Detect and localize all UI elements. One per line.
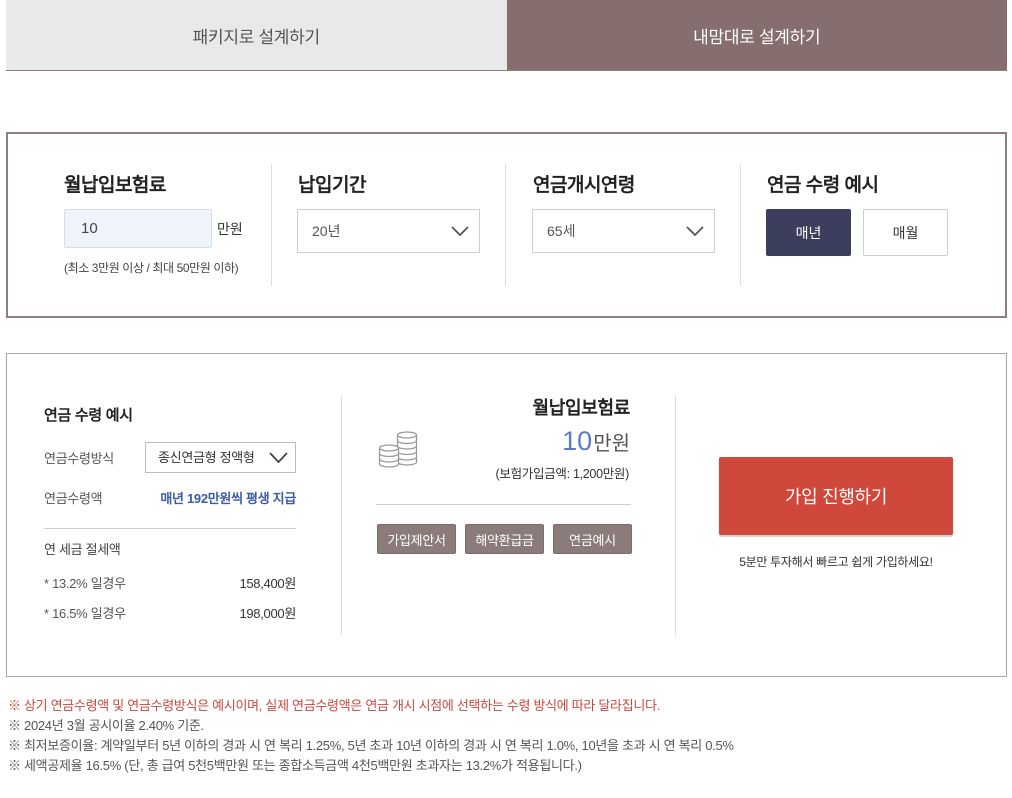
tax-saving-label: * 13.2% 일경우 xyxy=(44,575,126,591)
coverage-amount: (보험가입금액: 1,200만원) xyxy=(495,467,630,481)
annuity-example-button[interactable]: 연금예시 xyxy=(553,524,632,554)
document-buttons: 가입제안서 해약환급금 연금예시 xyxy=(377,524,632,554)
tax-saving-value: 198,000원 xyxy=(239,605,296,621)
column-divider xyxy=(271,164,272,286)
column-divider xyxy=(505,164,506,286)
divider xyxy=(376,504,631,505)
start-enrollment-button[interactable]: 가입 진행하기 xyxy=(719,457,953,535)
disclaimer-note: ※ 최저보증이율: 계약일부터 5년 이하의 경과 시 연 복리 1.25%, … xyxy=(8,738,734,753)
surrender-refund-button[interactable]: 해약환급금 xyxy=(465,524,544,554)
payout-summary-title: 연금 수령 예시 xyxy=(44,407,133,424)
payout-monthly-button[interactable]: 매월 xyxy=(863,209,948,256)
coin-stack-icon xyxy=(378,430,418,468)
payout-method-value: 종신연금형 정액형 xyxy=(158,450,255,465)
payout-method-label: 연금수령방식 xyxy=(44,451,114,466)
design-options-panel: 월납입보험료 만원 (최소 3만원 이상 / 최대 50만원 이하) 납입기간 … xyxy=(6,132,1007,318)
column-divider xyxy=(341,395,342,635)
payment-period-select[interactable]: 20년 xyxy=(297,209,480,253)
tab-custom-design[interactable]: 내맘대로 설계하기 xyxy=(506,0,1007,70)
tax-saving-value: 158,400원 xyxy=(239,575,296,591)
disclaimer-note: ※ 상기 연금수령액 및 연금수령방식은 예시이며, 실제 연금수령액은 연금 … xyxy=(8,698,661,713)
payment-period-value: 20년 xyxy=(312,223,341,239)
tax-saving-row: * 13.2% 일경우 158,400원 xyxy=(44,572,296,592)
start-age-title: 연금개시연령 xyxy=(533,175,635,196)
tax-saving-label: * 16.5% 일경우 xyxy=(44,605,126,621)
monthly-premium-unit: 만원 xyxy=(217,221,243,237)
disclaimer-note: ※ 세액공제율 16.5% (단, 총 급여 5천5백만원 또는 종합소득금액 … xyxy=(8,758,582,773)
payout-method-select[interactable]: 종신연금형 정액형 xyxy=(145,442,296,473)
premium-amount-number: 10 xyxy=(562,426,593,456)
payout-yearly-button[interactable]: 매년 xyxy=(766,209,851,256)
premium-summary: 월납입보험료 10만원 (보험가입금액: 1,200만원) 가입제안서 해약환급… xyxy=(376,354,632,676)
chevron-down-icon xyxy=(451,226,469,236)
monthly-premium-title: 월납입보험료 xyxy=(64,175,166,196)
monthly-premium-input[interactable] xyxy=(64,209,212,248)
premium-amount-unit: 만원 xyxy=(593,433,630,455)
payout-summary: 연금 수령 예시 연금수령방식 종신연금형 정액형 연금수령액 매년 192만원… xyxy=(44,354,296,676)
chevron-down-icon xyxy=(686,226,704,236)
disclaimer-note: ※ 2024년 3월 공시이율 2.40% 기준. xyxy=(8,718,204,733)
payout-method-row: 연금수령방식 종신연금형 정액형 xyxy=(44,442,296,473)
monthly-premium-hint: (최소 3만원 이상 / 최대 50만원 이하) xyxy=(64,261,239,275)
tax-saving-title: 연 세금 절세액 xyxy=(44,542,121,557)
tax-saving-row: * 16.5% 일경우 198,000원 xyxy=(44,602,296,622)
disclaimer-notes: ※ 상기 연금수령액 및 연금수령방식은 예시이며, 실제 연금수령액은 연금 … xyxy=(8,696,1008,776)
payout-amount-label: 연금수령액 xyxy=(44,490,103,506)
column-divider xyxy=(675,395,676,635)
column-divider xyxy=(740,164,741,286)
premium-title: 월납입보험료 xyxy=(532,398,630,418)
design-mode-tabs: 패키지로 설계하기 내맘대로 설계하기 xyxy=(6,0,1007,71)
divider xyxy=(44,528,296,529)
payout-amount-value: 매년 192만원씩 평생 지급 xyxy=(160,490,296,506)
start-age-select[interactable]: 65세 xyxy=(532,209,715,253)
payout-example-title: 연금 수령 예시 xyxy=(767,175,879,196)
proposal-button[interactable]: 가입제안서 xyxy=(377,524,456,554)
payment-period-title: 납입기간 xyxy=(298,175,366,196)
start-age-value: 65세 xyxy=(547,223,576,239)
payout-amount-row: 연금수령액 매년 192만원씩 평생 지급 xyxy=(44,487,296,507)
chevron-down-icon xyxy=(269,452,288,463)
enrollment-caption: 5분만 투자해서 빠르고 쉽게 가입하세요! xyxy=(739,555,933,569)
tab-package-design[interactable]: 패키지로 설계하기 xyxy=(6,0,507,70)
result-panel: 연금 수령 예시 연금수령방식 종신연금형 정액형 연금수령액 매년 192만원… xyxy=(6,353,1007,677)
premium-amount: 10만원 xyxy=(562,425,630,462)
